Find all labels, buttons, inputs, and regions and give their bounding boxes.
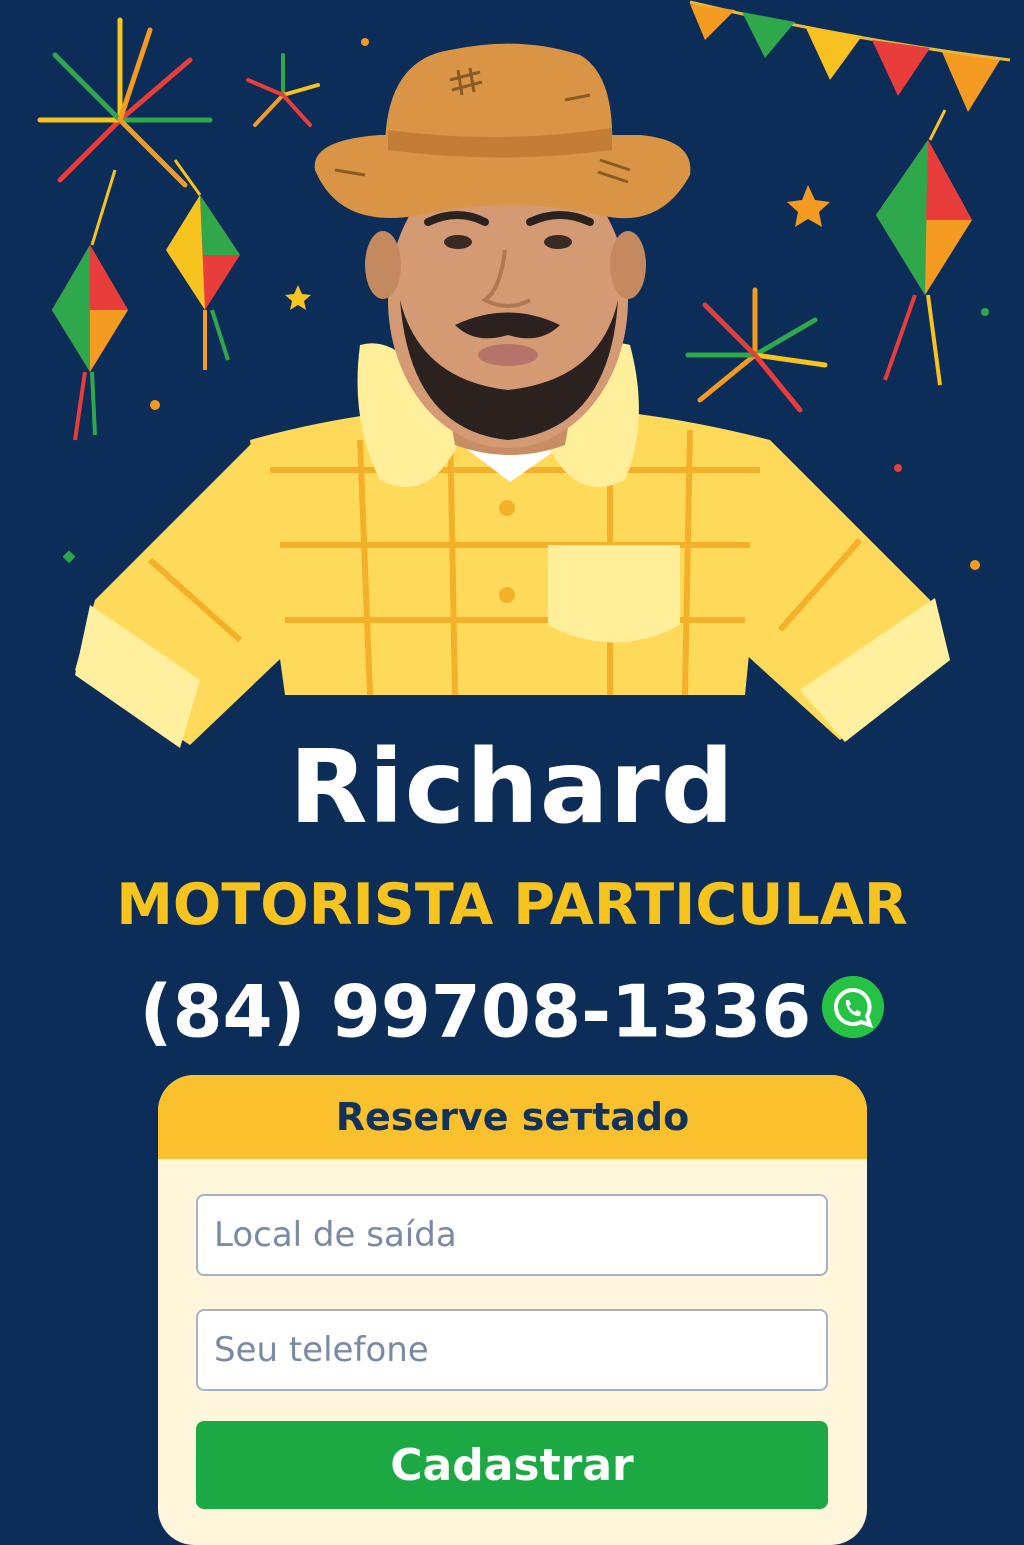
phone-number[interactable]: (84) 99708-1336	[140, 969, 812, 1053]
driver-role: MOTORISTA PARTICULAR	[116, 872, 908, 938]
whatsapp-icon[interactable]	[822, 976, 885, 1039]
register-button[interactable]: Cadastrar	[196, 1421, 828, 1509]
reservation-card: Reserve seтtado Cadastrar	[158, 1075, 867, 1545]
driver-portrait-illustration	[75, 43, 950, 748]
phone-input[interactable]	[196, 1309, 828, 1391]
departure-input[interactable]	[196, 1194, 828, 1276]
driver-name: Richard	[289, 728, 735, 847]
reservation-title: Reserve seтtado	[158, 1075, 867, 1159]
contact-row: (84) 99708-1336	[0, 962, 1024, 1055]
